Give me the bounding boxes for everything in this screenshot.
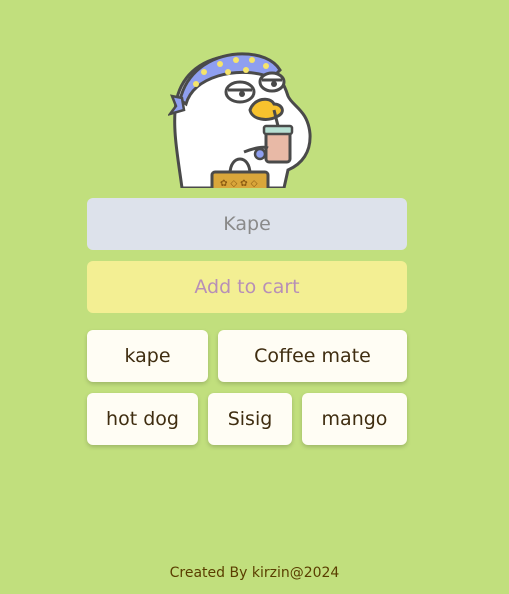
duck-mascot-icon: ✿ ◇ ✿ ◇ [166,48,316,194]
quick-item-button[interactable]: Coffee mate [218,330,407,382]
svg-text:✿ ◇ ✿ ◇: ✿ ◇ ✿ ◇ [220,179,258,188]
quick-item-button[interactable]: kape [87,330,208,382]
add-to-cart-button[interactable]: Add to cart [87,261,407,313]
footer-credit: Created By kirzin@2024 [169,565,340,581]
quick-item-button[interactable]: hot dog [87,393,198,445]
item-input[interactable] [87,198,407,250]
quick-item-button[interactable]: Sisig [208,393,292,445]
quick-item-button[interactable]: mango [302,393,407,445]
